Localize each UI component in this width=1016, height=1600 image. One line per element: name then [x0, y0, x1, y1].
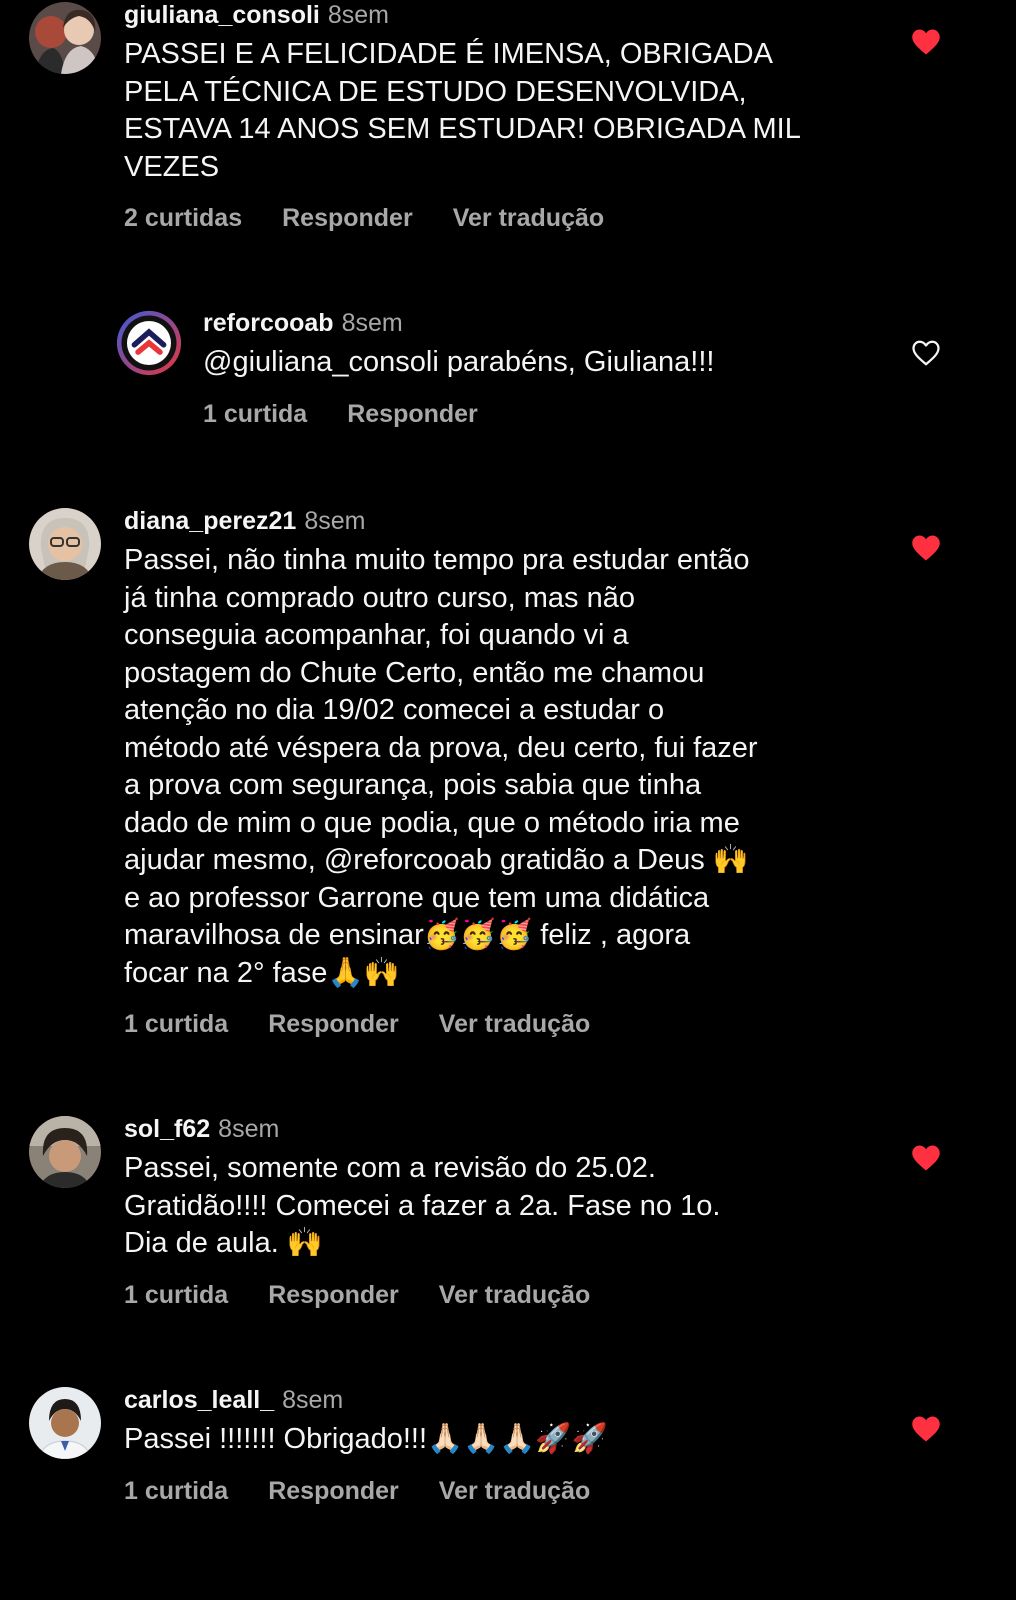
username[interactable]: giuliana_consoli [124, 1, 320, 29]
heart-icon[interactable] [911, 28, 941, 56]
likes-count[interactable]: 1 curtida [124, 1477, 228, 1505]
likes-count[interactable]: 2 curtidas [124, 204, 242, 232]
avatar[interactable] [116, 310, 182, 376]
reply-button[interactable]: Responder [268, 1010, 399, 1038]
avatar[interactable] [29, 1387, 101, 1459]
likes-count[interactable]: 1 curtida [203, 400, 307, 428]
likes-count[interactable]: 1 curtida [124, 1281, 228, 1309]
heart-icon[interactable] [911, 534, 941, 562]
heart-icon[interactable] [911, 1144, 941, 1172]
username[interactable]: reforcooab [203, 309, 334, 337]
comment-text: PASSEI E A FELICIDADE É IMENSA, OBRIGADA… [124, 38, 801, 183]
comment-meta: giuliana_consoli 8sem [124, 0, 886, 30]
likes-count[interactable]: 1 curtida [124, 1010, 228, 1038]
comment-text: Passei, não tinha muito tempo pra estuda… [124, 544, 758, 989]
comment-actions: 1 curtida Responder Ver tradução [124, 1477, 886, 1506]
reply-button[interactable]: Responder [268, 1477, 399, 1505]
comment-text: Passei !!!!!!! Obrigado!!!🙏🏻🙏🏻🙏🏻🚀🚀 [124, 1423, 608, 1455]
comment-meta: sol_f62 8sem [124, 1114, 886, 1144]
username[interactable]: sol_f62 [124, 1115, 210, 1143]
comment-meta: reforcooab 8sem [203, 308, 886, 338]
see-translation-button[interactable]: Ver tradução [439, 1010, 590, 1038]
comment-text: @giuliana_consoli parabéns, Giuliana!!! [203, 346, 715, 378]
comment-meta: carlos_leall_ 8sem [124, 1385, 886, 1415]
heart-outline-icon[interactable] [911, 339, 941, 367]
see-translation-button[interactable]: Ver tradução [439, 1477, 590, 1505]
heart-icon[interactable] [911, 1415, 941, 1443]
comment-actions: 1 curtida Responder [203, 400, 886, 429]
timestamp: 8sem [327, 1, 390, 29]
avatar[interactable] [29, 1116, 101, 1188]
comment-meta: diana_perez21 8sem [124, 506, 886, 536]
comment-actions: 1 curtida Responder Ver tradução [124, 1281, 886, 1310]
reply-button[interactable]: Responder [347, 400, 478, 428]
timestamp: 8sem [282, 1386, 344, 1414]
username[interactable]: diana_perez21 [124, 507, 296, 535]
avatar[interactable] [29, 2, 101, 74]
reply-button[interactable]: Responder [268, 1281, 399, 1309]
avatar[interactable] [29, 508, 101, 580]
comment-actions: 2 curtidas Responder Ver tradução [124, 204, 886, 233]
timestamp: 8sem [304, 507, 366, 535]
comment-actions: 1 curtida Responder Ver tradução [124, 1010, 886, 1039]
username[interactable]: carlos_leall_ [124, 1386, 274, 1414]
timestamp: 8sem [341, 309, 403, 337]
see-translation-button[interactable]: Ver tradução [453, 204, 604, 232]
see-translation-button[interactable]: Ver tradução [439, 1281, 590, 1309]
reply-button[interactable]: Responder [282, 204, 413, 232]
timestamp: 8sem [218, 1115, 280, 1143]
comment-text: Passei, somente com a revisão do 25.02. … [124, 1152, 721, 1259]
